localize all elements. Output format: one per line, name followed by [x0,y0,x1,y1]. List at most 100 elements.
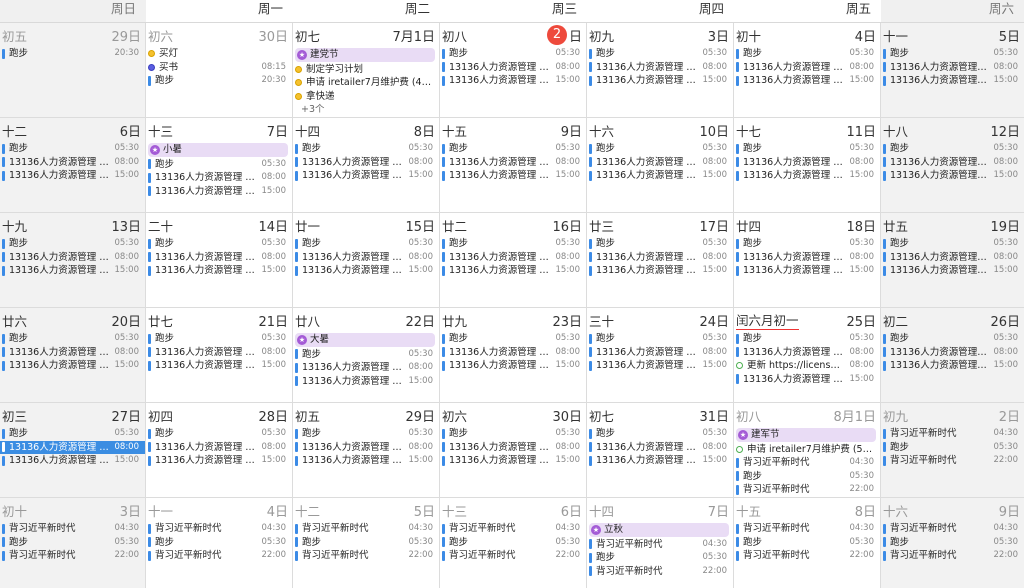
calendar-event[interactable]: 13136人力资源管理 (... 08:00 [587,441,733,455]
calendar-event[interactable]: 13136人力资源管理 (... 15:00 [440,169,586,183]
day-cell[interactable]: 初七 31日 跑步 05:30 13136人力资源管理 (... 08:00 13136人力… [587,403,734,497]
calendar-event[interactable]: 13136人力资源管理 (... 08:00 [440,61,586,75]
calendar-event[interactable]: 13136人力资源管理 (... 08:00 [146,251,292,265]
calendar-event[interactable]: 跑步 05:30 [293,142,439,156]
day-cell[interactable]: 闰六月初一 25日 跑步 05:30 13136人力资源管理 (... 08:00 更新 h… [734,308,881,402]
more-events-link[interactable]: +3个 [293,103,439,116]
calendar-event[interactable]: 跑步 05:30 [440,142,586,156]
calendar-event[interactable]: 背习近平新时代 04:30 [734,522,880,536]
calendar-event[interactable]: 13136人力资源管理 (... 15:00 [146,359,292,373]
reminder-item[interactable]: 拿快递 [293,90,439,104]
calendar-event[interactable]: 13136人力资源管理 (... 15:00 [440,264,586,278]
calendar-event[interactable]: 跑步 05:30 [734,332,880,346]
day-cell[interactable]: 廿四 18日 跑步 05:30 13136人力资源管理 (... 08:00 13136人力… [734,213,881,307]
calendar-event[interactable]: 跑步 05:30 [440,47,586,61]
calendar-event[interactable]: 跑步 05:30 [734,237,880,251]
reminder-item[interactable]: 申请 iretailer7月维护费 (5/... [734,443,880,457]
calendar-event[interactable]: 13136人力资源管理 (... 08:00 [587,61,733,75]
calendar-event[interactable]: 13136人力资源管理 (... 15:00 [293,169,439,183]
calendar-event[interactable]: 跑步 05:30 [146,536,292,550]
day-cell[interactable]: 十九 13日 跑步 05:30 13136人力资源管理 (... 08:00 13136人力… [0,213,146,307]
day-cell[interactable]: 十四 8日 跑步 05:30 13136人力资源管理 (... 08:00 13136人力资… [293,118,440,212]
calendar-event[interactable]: 13136人力资源管理 (... 15:00 [146,264,292,278]
day-cell[interactable]: 廿九 23日 跑步 05:30 13136人力资源管理 (... 08:00 13136人力… [440,308,587,402]
day-cell[interactable]: 初七 7月1日 ★ 建党节 制定学习计划 申请 iretailer7月维护费 (4/...… [293,23,440,117]
calendar-event[interactable]: 13136人力资源管理 (... 08:00 [0,440,145,454]
calendar-event[interactable]: 13136人力资源管理 (... 15:00 [734,264,880,278]
calendar-event[interactable]: 跑步 05:30 [734,470,880,484]
day-cell[interactable]: 十五 8日 背习近平新时代 04:30 跑步 05:30 背习近平新时代 22:00 [734,498,881,588]
holiday-event[interactable]: ★ 建军节 [736,428,876,442]
calendar-event[interactable]: 跑步 05:30 [734,47,880,61]
calendar-event[interactable]: 跑步 05:30 [0,536,145,550]
calendar-event[interactable]: 背习近平新时代 04:30 [734,456,880,470]
holiday-event[interactable]: ★ 小暑 [148,143,288,157]
calendar-event[interactable]: 跑步 05:30 [440,427,586,441]
calendar-event[interactable]: 13136人力资源管理 (... 08:00 [0,156,145,170]
calendar-event[interactable]: 跑步 05:30 [146,237,292,251]
calendar-event[interactable]: 跑步 05:30 [734,536,880,550]
calendar-event[interactable]: 13136人力资源管理 (... 15:00 [881,74,1024,88]
calendar-event[interactable]: 跑步 20:30 [146,74,292,88]
calendar-event[interactable]: 跑步 05:30 [881,332,1024,346]
calendar-event[interactable]: 13136人力资源管理 (... 08:00 [293,156,439,170]
calendar-event[interactable]: 背习近平新时代 04:30 [587,538,733,552]
day-cell[interactable]: 初十 4日 跑步 05:30 13136人力资源管理 (... 08:00 13136人力资… [734,23,881,117]
calendar-event[interactable]: 跑步 05:30 [881,536,1024,550]
calendar-event[interactable]: 13136人力资源管理 (... 08:00 [293,361,439,375]
calendar-event[interactable]: 跑步 05:30 [587,551,733,565]
calendar-event[interactable]: 13136人力资源管理 (... 15:00 [293,264,439,278]
day-cell[interactable]: 初十 3日 背习近平新时代 04:30 跑步 05:30 背习近平新时代 22:00 [0,498,146,588]
day-cell[interactable]: 十四 7日 ★ 立秋 背习近平新时代 04:30 跑步 05:30 背习近平新时代 22:00 [587,498,734,588]
calendar-event[interactable]: 13136人力资源管理 (... 08:00 [440,251,586,265]
day-cell[interactable]: 初五 29日 跑步 20:30 [0,23,146,117]
day-cell[interactable]: 初九 3日 跑步 05:30 13136人力资源管理 (... 08:00 13136人力资… [587,23,734,117]
calendar-event[interactable]: 跑步 05:30 [587,142,733,156]
day-cell[interactable]: 廿二 16日 跑步 05:30 13136人力资源管理 (... 08:00 13136人力… [440,213,587,307]
day-cell[interactable]: 十三 7日 ★ 小暑 跑步 05:30 13136人力资源管理 (... 08:00 13136… [146,118,293,212]
calendar-event[interactable]: 背习近平新时代 04:30 [0,522,145,536]
calendar-event[interactable]: 跑步 05:30 [146,427,292,441]
calendar-event[interactable]: 13136人力资源管理 (... 15:00 [0,454,145,468]
day-cell[interactable]: 初五 29日 跑步 05:30 13136人力资源管理 (... 08:00 13136人力… [293,403,440,497]
calendar-event[interactable]: 13136人力资源管理 (... 08:00 [440,156,586,170]
day-cell[interactable]: 初四 28日 跑步 05:30 13136人力资源管理 (... 08:00 13136人力… [146,403,293,497]
day-cell[interactable]: 廿三 17日 跑步 05:30 13136人力资源管理 (... 08:00 13136人力… [587,213,734,307]
day-cell[interactable]: 十二 6日 跑步 05:30 13136人力资源管理 (... 08:00 13136人力资… [0,118,146,212]
calendar-event[interactable]: 13136人力资源管理 (... 15:00 [587,169,733,183]
day-cell[interactable]: 廿八 22日 ★ 大暑 跑步 05:30 13136人力资源管理 (... 08:00 1313… [293,308,440,402]
calendar-event[interactable]: 13136人力资源管理 (... 08:00 [587,346,733,360]
day-cell[interactable]: 十六 10日 跑步 05:30 13136人力资源管理 (... 08:00 13136人力… [587,118,734,212]
calendar-event[interactable]: 背习近平新时代 04:30 [881,427,1024,441]
calendar-event[interactable]: 跑步 05:30 [440,237,586,251]
calendar-event[interactable]: 跑步 05:30 [587,237,733,251]
calendar-event[interactable]: 13136人力资源管理 (... 15:00 [881,264,1024,278]
calendar-event[interactable]: 跑步 05:30 [881,441,1024,455]
day-cell[interactable]: 初六 30日 买灯 买书 08:15 跑步 20:30 [146,23,293,117]
calendar-event[interactable]: 背习近平新时代 22:00 [734,483,880,497]
calendar-event[interactable]: 13136人力资源管理 (... 15:00 [440,454,586,468]
day-cell[interactable]: 初八 8月1日 ★ 建军节 申请 iretailer7月维护费 (5/... 背习近平新时… [734,403,881,497]
calendar-event[interactable]: 13136人力资源管理 (... 08:00 [587,251,733,265]
calendar-event[interactable]: 背习近平新时代 04:30 [440,522,586,536]
day-cell[interactable]: 十二 5日 背习近平新时代 04:30 跑步 05:30 背习近平新时代 22:00 [293,498,440,588]
calendar-event[interactable]: 13136人力资源管理 (... 08:00 [146,171,292,185]
calendar-event[interactable]: 跑步 05:30 [293,427,439,441]
calendar-event[interactable]: 跑步 05:30 [881,47,1024,61]
calendar-event[interactable]: 跑步 20:30 [0,47,145,61]
calendar-event[interactable]: 13136人力资源管理 (... 15:00 [881,359,1024,373]
calendar-event[interactable]: 13136人力资源管理 (... 08:00 [146,346,292,360]
calendar-event[interactable]: 13136人力资源管理 (... 08:00 [440,346,586,360]
day-cell[interactable]: 廿一 15日 跑步 05:30 13136人力资源管理 (... 08:00 13136人力… [293,213,440,307]
calendar-event[interactable]: 13136人力资源管理 (... 15:00 [734,74,880,88]
reminder-item[interactable]: 制定学习计划 [293,63,439,77]
reminder-item[interactable]: 申请 iretailer7月维护费 (4/... [293,76,439,90]
reminder-item[interactable]: 买灯 [146,47,292,61]
calendar-event[interactable]: 跑步 05:30 [0,142,145,156]
calendar-event[interactable]: 跑步 05:30 [293,348,439,362]
calendar-event[interactable]: 13136人力资源管理 (... 15:00 [587,359,733,373]
calendar-event[interactable]: 背习近平新时代 22:00 [881,454,1024,468]
day-cell[interactable]: 三十 24日 跑步 05:30 13136人力资源管理 (... 08:00 13136人力… [587,308,734,402]
calendar-event[interactable]: 13136人力资源管理 (... 15:00 [146,454,292,468]
calendar-event[interactable]: 13136人力资源管理 (... 15:00 [293,454,439,468]
